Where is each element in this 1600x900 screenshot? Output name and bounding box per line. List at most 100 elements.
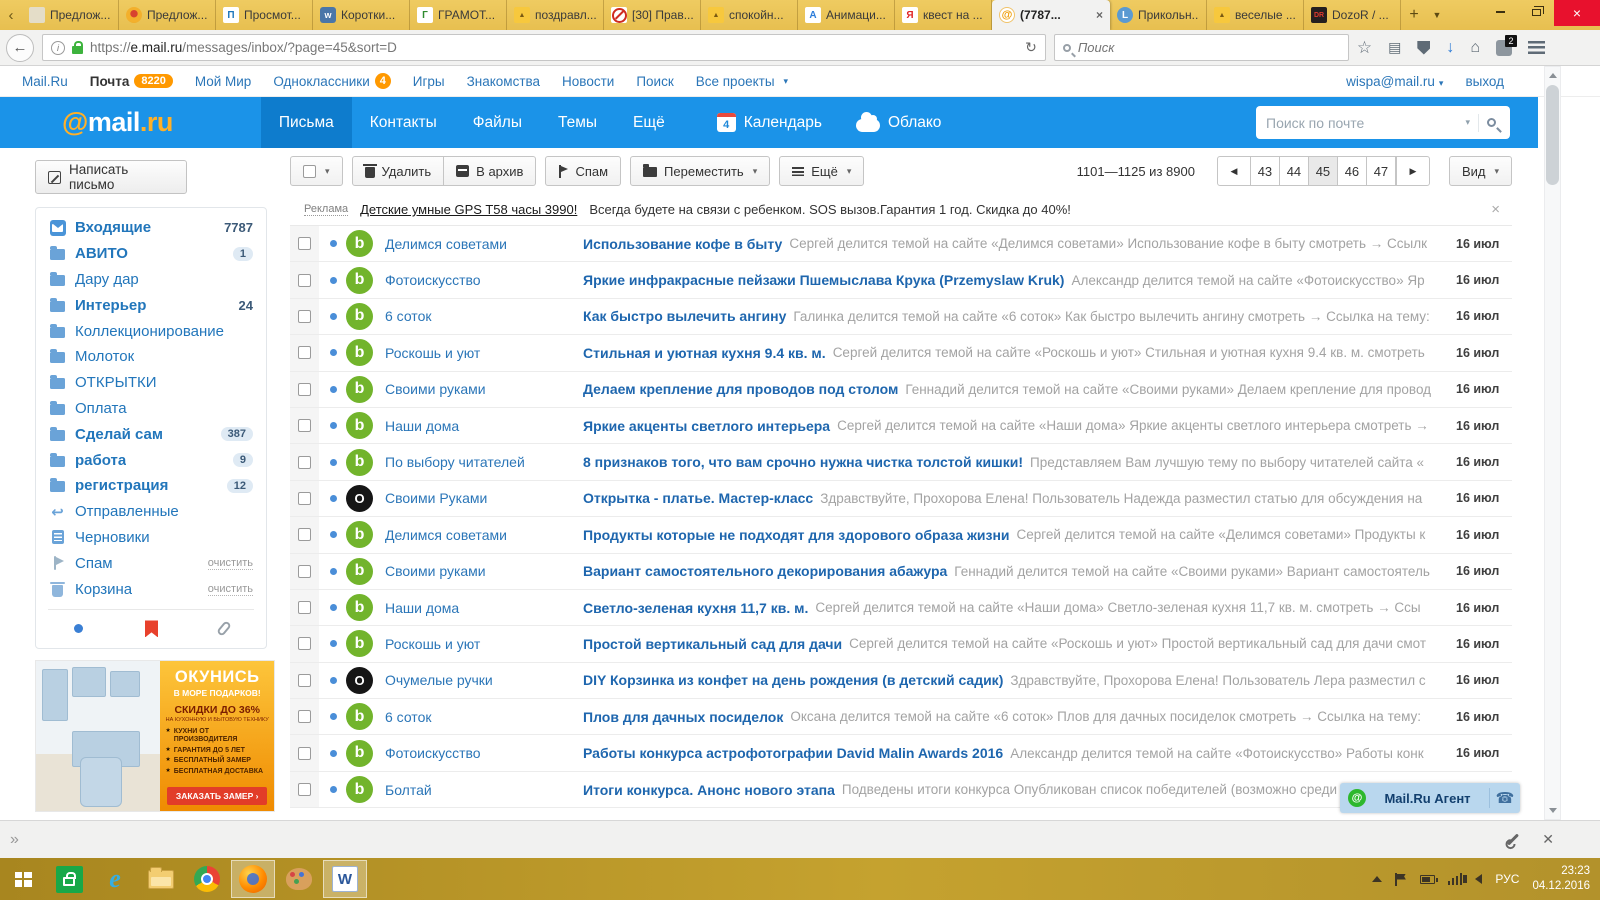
portal-nav-link[interactable]: Одноклассники 4	[273, 73, 391, 89]
unread-dot[interactable]	[330, 349, 337, 357]
sidebar-folder[interactable]: регистрация 12	[36, 473, 266, 499]
email-subject[interactable]: Итоги конкурса. Анонс нового этапа	[583, 782, 835, 798]
email-sender[interactable]: Фотоискусство	[385, 745, 583, 761]
battery-icon[interactable]	[1419, 874, 1438, 884]
email-subject[interactable]: 8 признаков того, что вам срочно нужна ч…	[583, 454, 1023, 470]
email-checkbox[interactable]	[298, 710, 311, 724]
email-checkbox[interactable]	[298, 346, 311, 360]
mail-search-box[interactable]: ▾	[1256, 106, 1510, 139]
browser-tab[interactable]: Г ГРАМОТ... ×	[410, 0, 507, 30]
email-checkbox[interactable]	[298, 419, 311, 433]
email-sender[interactable]: Наши дома	[385, 418, 583, 434]
attachments-filter-icon[interactable]	[216, 620, 232, 638]
sidebar-folder[interactable]: Сделай сам 387	[36, 421, 266, 447]
sidebar-folder[interactable]: АВИТО 1	[36, 241, 266, 267]
window-restore-button[interactable]	[1518, 0, 1554, 24]
email-subject[interactable]: Простой вертикальный сад для дачи	[583, 636, 842, 652]
email-sender[interactable]: Своими Руками	[385, 490, 583, 506]
unread-dot[interactable]	[330, 276, 337, 284]
agent-phone-icon[interactable]: ☎	[1490, 789, 1520, 807]
email-row[interactable]: b Фотоискусство Работы конкурса астрофот…	[290, 735, 1512, 772]
browser-tab[interactable]: Предлож... ×	[22, 0, 119, 30]
view-button[interactable]: Вид	[1448, 156, 1512, 186]
mail-nav-tab[interactable]: Ещё	[615, 97, 683, 148]
url-bar[interactable]: https://e.mail.ru/messages/inbox/?page=4…	[42, 34, 1046, 61]
email-checkbox[interactable]	[298, 564, 311, 578]
browser-tab[interactable]: П Просмот... ×	[216, 0, 313, 30]
email-sender[interactable]: Роскошь и уют	[385, 345, 583, 361]
sidebar-folder[interactable]: Коллекционирование	[36, 318, 266, 344]
delete-button[interactable]: Удалить	[351, 156, 445, 186]
email-row[interactable]: b Своими руками Вариант самостоятельного…	[290, 553, 1512, 590]
network-signal-icon[interactable]	[1447, 873, 1463, 885]
mail-nav-tab[interactable]: Письма	[260, 97, 352, 148]
email-subject[interactable]: Как быстро вылечить ангину	[583, 308, 786, 324]
logout-link[interactable]: выход	[1465, 74, 1504, 89]
folder-clear-link[interactable]: очистить	[207, 557, 253, 570]
volume-icon[interactable]	[1463, 874, 1483, 884]
account-menu[interactable]: wispa@mail.ru	[1346, 74, 1443, 89]
folder-clear-link[interactable]: очистить	[207, 583, 253, 596]
email-sender[interactable]: Своими руками	[385, 563, 583, 579]
unread-dot[interactable]	[330, 458, 337, 466]
unread-filter-icon[interactable]	[74, 624, 83, 634]
sidebar-folder[interactable]: Входящие 7787	[36, 215, 266, 241]
browser-tab[interactable]: ▲ веселые ... ×	[1207, 0, 1304, 30]
email-sender[interactable]: Фотоискусство	[385, 272, 583, 288]
findbar-close-icon[interactable]: ✕	[1542, 831, 1554, 848]
mail-search-input[interactable]	[1266, 114, 1458, 131]
unread-dot[interactable]	[330, 640, 337, 648]
window-close-button[interactable]: ×	[1554, 0, 1600, 26]
taskbar-chrome[interactable]	[185, 860, 229, 898]
pager-page-button[interactable]: 47	[1366, 156, 1396, 186]
select-all-checkbox[interactable]	[303, 164, 316, 178]
email-subject[interactable]: Плов для дачных посиделок	[583, 709, 783, 725]
email-sender[interactable]: 6 соток	[385, 308, 583, 324]
email-row[interactable]: b Болтай Итоги конкурса. Анонс нового эт…	[290, 771, 1512, 809]
email-checkbox[interactable]	[298, 491, 311, 505]
mailru-logo[interactable]: @ mail .ru	[0, 97, 173, 148]
search-options-caret-icon[interactable]: ▾	[1465, 117, 1470, 128]
unread-dot[interactable]	[330, 786, 337, 794]
flagged-filter-icon[interactable]	[145, 620, 158, 638]
email-row[interactable]: b Наши дома Светло-зеленая кухня 11,7 кв…	[290, 589, 1512, 627]
tray-expand-icon[interactable]	[1371, 876, 1382, 882]
unread-dot[interactable]	[330, 604, 337, 612]
browser-search-box[interactable]	[1053, 34, 1349, 61]
sidebar-folder[interactable]: ОТКРЫТКИ	[36, 370, 266, 396]
email-checkbox[interactable]	[298, 528, 311, 542]
ad-cta-button[interactable]: ЗАКАЗАТЬ ЗАМЕР ›	[166, 786, 268, 805]
email-subject[interactable]: Продукты которые не подходят для здорово…	[583, 527, 1010, 543]
email-checkbox[interactable]	[298, 746, 311, 760]
pager-page-button[interactable]: 43	[1250, 156, 1280, 186]
more-button[interactable]: Ещё	[779, 156, 865, 186]
email-subject[interactable]: Использование кофе в быту	[583, 236, 782, 252]
unread-dot[interactable]	[330, 531, 337, 539]
browser-tab[interactable]: L Прикольн... ×	[1110, 0, 1207, 30]
taskbar-ie[interactable]: e	[93, 860, 137, 898]
portal-nav-link[interactable]: Все проекты	[696, 74, 788, 89]
home-icon[interactable]: ⌂	[1470, 39, 1480, 57]
email-checkbox[interactable]	[298, 273, 311, 287]
taskbar-word-active[interactable]: W	[323, 860, 367, 898]
unread-dot[interactable]	[330, 422, 337, 430]
email-checkbox[interactable]	[298, 637, 311, 651]
taskbar-explorer[interactable]	[139, 860, 183, 898]
email-checkbox[interactable]	[298, 309, 311, 323]
start-button[interactable]	[0, 858, 46, 900]
browser-tab[interactable]: DR DozoR / ... ×	[1304, 0, 1401, 30]
email-checkbox[interactable]	[298, 455, 311, 469]
window-minimize-button[interactable]	[1482, 0, 1518, 24]
ssl-lock-icon[interactable]	[72, 40, 83, 54]
email-row[interactable]: O Очумелые ручки DIY Корзинка из конфет …	[290, 662, 1512, 700]
unread-dot[interactable]	[330, 494, 337, 502]
scrollbar-down-icon[interactable]	[1549, 808, 1557, 813]
wrench-icon[interactable]	[1507, 833, 1520, 846]
clock[interactable]: 23:23 04.12.2016	[1532, 864, 1590, 894]
email-row[interactable]: b Фотоискусство Яркие инфракрасные пейза…	[290, 262, 1512, 299]
unread-dot[interactable]	[330, 567, 337, 575]
email-subject[interactable]: Стильная и уютная кухня 9.4 кв. м.	[583, 345, 826, 361]
inline-ad-link[interactable]: Детские умные GPS T58 часы 3990!	[360, 202, 577, 217]
page-scrollbar[interactable]	[1544, 66, 1561, 820]
downloads-icon[interactable]: ↓	[1446, 39, 1454, 57]
